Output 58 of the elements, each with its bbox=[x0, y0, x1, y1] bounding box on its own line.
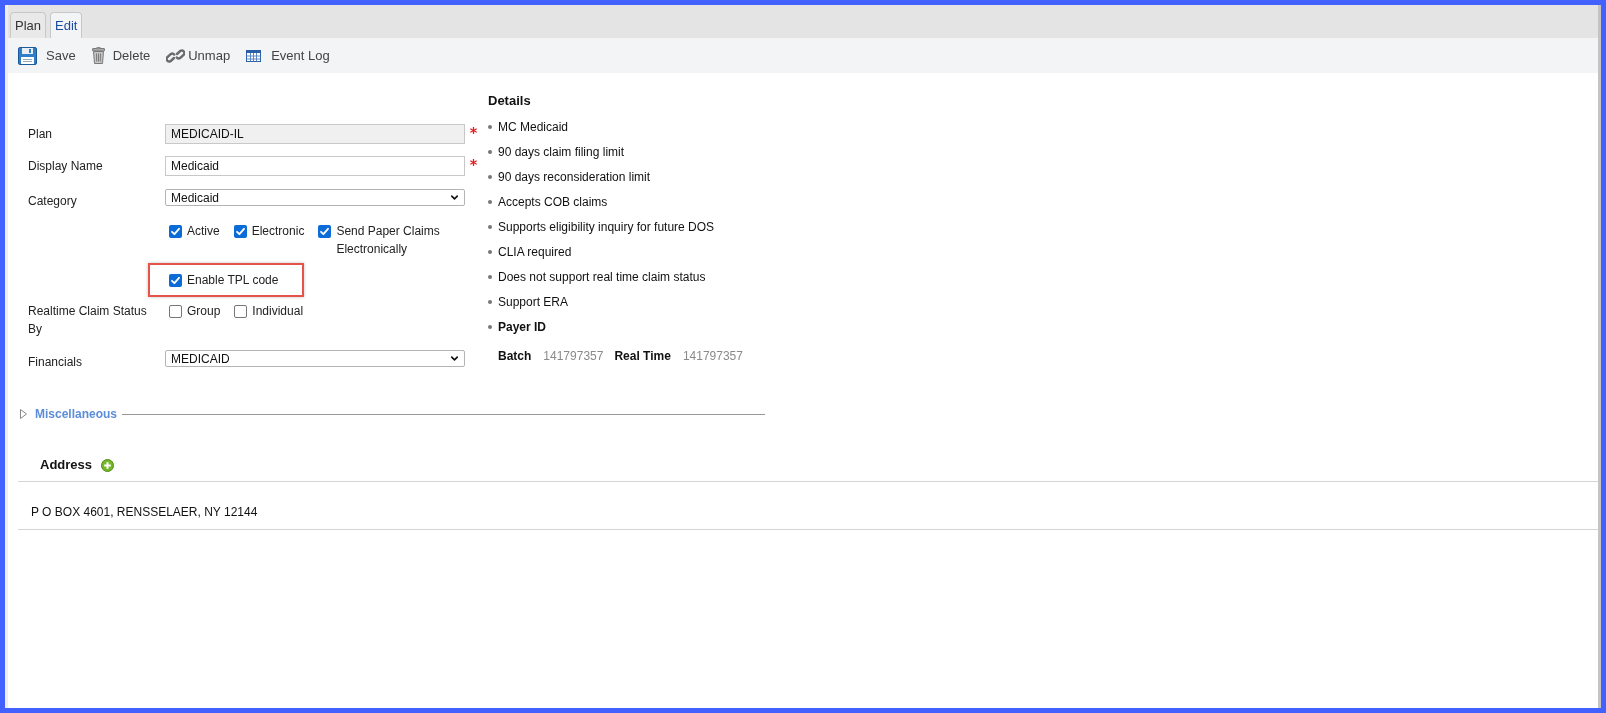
checkbox[interactable] bbox=[318, 225, 332, 238]
detail-item: 90 days claim filing limit bbox=[498, 143, 625, 161]
field-label: Plan bbox=[28, 127, 53, 141]
chain-link-icon bbox=[166, 48, 186, 63]
checkbox[interactable] bbox=[169, 274, 182, 287]
bullet-icon bbox=[488, 299, 492, 304]
table-grid-icon bbox=[246, 49, 262, 62]
field-label: Display Name bbox=[28, 159, 103, 173]
bullet-icon bbox=[488, 199, 492, 204]
field-label: Financials bbox=[28, 355, 83, 369]
bullet-icon bbox=[488, 274, 492, 279]
checkbox-label: Electronic bbox=[251, 223, 305, 240]
bullet-icon bbox=[488, 174, 492, 179]
save-button[interactable]: Save bbox=[18, 45, 76, 66]
detail-item: MC Medicaid bbox=[498, 118, 569, 136]
checkbox[interactable] bbox=[169, 225, 182, 238]
detail-item: Supports eligibility inquiry for future DOS bbox=[498, 218, 715, 236]
value-text: 141797357 bbox=[543, 347, 604, 365]
section-title: Details bbox=[488, 92, 532, 110]
detail-item: Accepts COB claims bbox=[498, 193, 608, 211]
checkbox-label: Enable TPL code bbox=[187, 272, 279, 289]
value-label: Batch bbox=[498, 347, 532, 365]
detail-item: 90 days reconsideration limit bbox=[498, 168, 651, 186]
event-log-button[interactable]: Event Log bbox=[246, 45, 330, 66]
detail-item: Does not support real time claim status bbox=[498, 268, 706, 286]
detail-heading: Payer ID bbox=[498, 318, 547, 336]
bullet-icon bbox=[488, 224, 492, 229]
checkbox-label: Send Paper Claims Electronically bbox=[336, 223, 441, 258]
checkbox-label: Active bbox=[187, 223, 220, 240]
bullet-icon bbox=[488, 324, 492, 329]
field-label: Category bbox=[28, 194, 77, 208]
checkbox[interactable] bbox=[233, 225, 247, 238]
triangle-right-icon bbox=[20, 409, 27, 419]
chevron-down-icon bbox=[449, 353, 460, 364]
tab[interactable]: Edit bbox=[50, 12, 83, 38]
checkbox[interactable] bbox=[234, 305, 248, 318]
checkbox[interactable] bbox=[169, 305, 182, 318]
bullet-icon bbox=[488, 249, 492, 254]
tab[interactable]: Plan bbox=[10, 12, 47, 38]
detail-item: Support ERA bbox=[498, 293, 569, 311]
bullet-icon bbox=[488, 149, 492, 154]
address-text: P O BOX 4601, RENSSELAER, NY 12144 bbox=[31, 505, 258, 519]
bullet-icon bbox=[488, 124, 492, 129]
chevron-down-icon bbox=[449, 192, 460, 203]
value-label: Real Time bbox=[614, 347, 671, 365]
detail-item: CLIA required bbox=[498, 243, 572, 261]
field-label: Realtime Claim Status By bbox=[28, 304, 147, 336]
delete-button[interactable]: Delete bbox=[91, 45, 151, 66]
section-title: Address bbox=[40, 456, 93, 474]
text-input[interactable]: Medicaid bbox=[165, 156, 465, 176]
value-text: 141797357 bbox=[682, 347, 743, 365]
dropdown[interactable]: Medicaid bbox=[165, 189, 465, 206]
checkbox-label: Individual bbox=[252, 303, 304, 320]
trash-icon bbox=[91, 47, 105, 64]
dropdown[interactable]: MEDICAID bbox=[165, 350, 465, 367]
add-icon[interactable] bbox=[101, 458, 115, 472]
checkbox-label: Group bbox=[187, 303, 221, 320]
unmap-button[interactable]: Unmap bbox=[166, 45, 231, 66]
